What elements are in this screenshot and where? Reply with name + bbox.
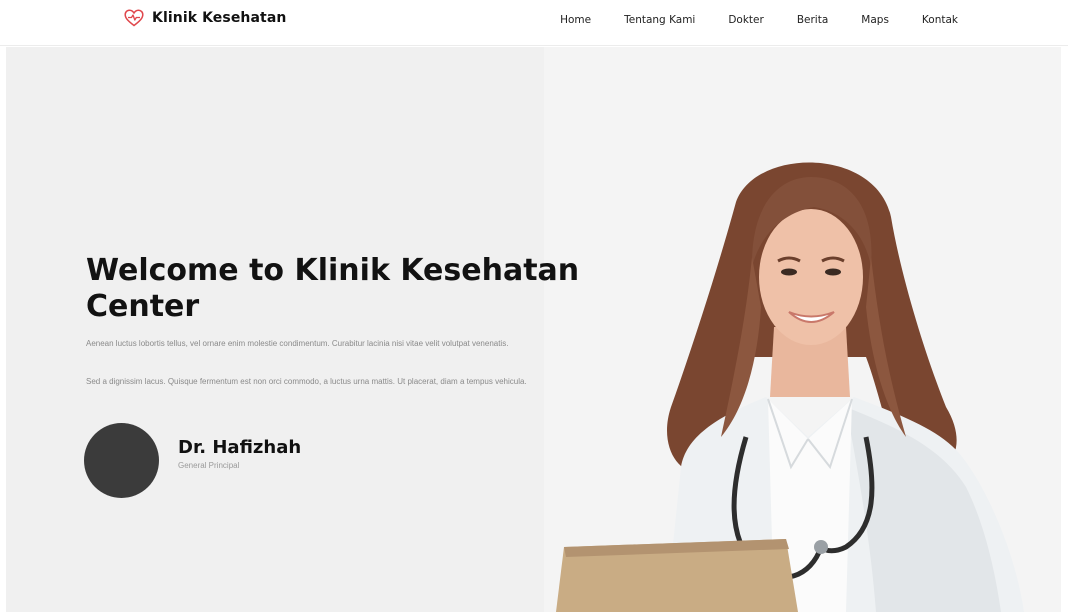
hero-title: Welcome to Klinik Kesehatan Center bbox=[86, 253, 580, 324]
profile-name: Dr. Hafizhah bbox=[178, 437, 302, 458]
brand-logo-link[interactable]: Klinik Kesehatan bbox=[124, 9, 286, 27]
navbar: Klinik Kesehatan Home Tentang Kami Dokte… bbox=[0, 0, 1068, 46]
nav-kontak[interactable]: Kontak bbox=[922, 10, 958, 30]
main-nav: Home Tentang Kami Dokter Berita Maps Kon… bbox=[527, 10, 958, 30]
nav-home[interactable]: Home bbox=[560, 10, 591, 30]
nav-maps[interactable]: Maps bbox=[861, 10, 889, 30]
profile-text: Dr. Hafizhah General Principal bbox=[178, 437, 301, 470]
nav-dokter[interactable]: Dokter bbox=[728, 10, 763, 30]
heart-pulse-icon bbox=[124, 9, 144, 27]
brand-name: Klinik Kesehatan bbox=[152, 10, 287, 26]
profile-role: General Principal bbox=[178, 461, 240, 470]
hero-paragraph-1: Aenean luctus lobortis tellus, vel ornar… bbox=[86, 339, 509, 348]
hero-section: Welcome to Klinik Kesehatan Center Aenea… bbox=[6, 47, 1061, 612]
doctor-profile: Dr. Hafizhah General Principal bbox=[84, 423, 301, 498]
hero-paragraph-2: Sed a dignissim lacus. Quisque fermentum… bbox=[86, 377, 527, 386]
doctor-photo bbox=[556, 162, 1024, 612]
avatar bbox=[84, 423, 159, 498]
nav-tentang-kami[interactable]: Tentang Kami bbox=[624, 10, 695, 30]
nav-berita[interactable]: Berita bbox=[797, 10, 828, 30]
